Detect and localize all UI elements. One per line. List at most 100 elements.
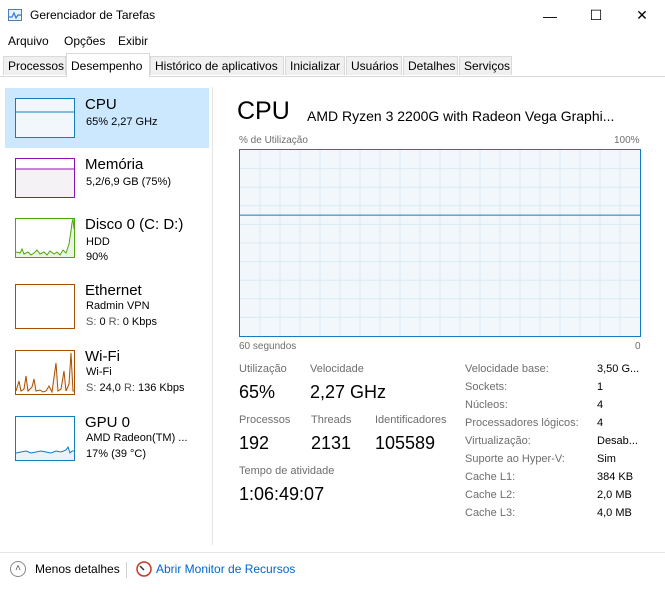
sidebar-item-title: Disco 0 (C: D:) bbox=[85, 216, 184, 233]
send-label: S: bbox=[86, 316, 97, 328]
hyperv-label: Suporte ao Hyper-V: bbox=[465, 453, 565, 465]
sidebar-item-title: GPU 0 bbox=[85, 414, 131, 431]
tab-servicos[interactable]: Serviços bbox=[459, 56, 512, 75]
sidebar-item-title: CPU bbox=[85, 96, 117, 113]
utilization-label: Utilização bbox=[239, 363, 287, 375]
close-icon[interactable]: ✕ bbox=[619, 0, 665, 31]
sidebar-item-memoria[interactable]: Memória 5,2/6,9 GB (75%) bbox=[5, 148, 209, 208]
cores-label: Núcleos: bbox=[465, 399, 508, 411]
graph-ylabel: % de Utilização bbox=[239, 135, 308, 146]
logical-processors-label: Processadores lógicos: bbox=[465, 417, 579, 429]
tab-inicializar[interactable]: Inicializar bbox=[285, 56, 345, 75]
cache-l3-value: 4,0 MB bbox=[597, 507, 632, 519]
cores-value: 4 bbox=[597, 399, 604, 411]
menu-arquivo[interactable]: Arquivo bbox=[8, 34, 49, 48]
virtualization-value: Desab... bbox=[597, 435, 638, 447]
cpu-thumbnail-graph bbox=[15, 98, 75, 138]
sidebar-item-gpu[interactable]: GPU 0 AMD Radeon(TM) ... 17% (39 °C) bbox=[5, 406, 209, 466]
sidebar-item-detail: 65% 2,27 GHz bbox=[86, 116, 158, 128]
sidebar-item-detail-2: 17% (39 °C) bbox=[86, 448, 147, 460]
sidebar-item-wifi[interactable]: Wi-Fi Wi-Fi S: 24,0 R: 136 Kbps bbox=[5, 340, 209, 400]
sidebar-item-throughput: S: 24,0 R: 136 Kbps bbox=[86, 382, 185, 394]
speed-label: Velocidade bbox=[310, 363, 364, 375]
graph-xlabel-right: 0 bbox=[635, 341, 641, 352]
cache-l2-label: Cache L2: bbox=[465, 489, 516, 501]
tab-bar: Processos Desempenho Histórico de aplica… bbox=[0, 53, 665, 77]
tab-historico[interactable]: Histórico de aplicativos bbox=[150, 56, 284, 75]
resource-monitor-icon[interactable] bbox=[136, 561, 152, 577]
disk-thumbnail-graph bbox=[15, 218, 75, 258]
processes-label: Processos bbox=[239, 414, 291, 426]
tab-desempenho[interactable]: Desempenho bbox=[66, 53, 150, 77]
sidebar-item-detail: 5,2/6,9 GB (75%) bbox=[86, 176, 171, 188]
maximize-icon[interactable]: ☐ bbox=[573, 0, 619, 31]
wifi-thumbnail-graph bbox=[15, 350, 75, 395]
sidebar-item-detail: HDD bbox=[86, 236, 110, 248]
send-label: S: bbox=[86, 382, 97, 394]
cache-l1-label: Cache L1: bbox=[465, 471, 516, 483]
receive-label: R: bbox=[108, 316, 120, 328]
chevron-up-icon[interactable]: ˄ bbox=[10, 561, 26, 577]
menu-exibir[interactable]: Exibir bbox=[118, 34, 148, 48]
sidebar-item-disco[interactable]: Disco 0 (C: D:) HDD 90% bbox=[5, 208, 209, 268]
graph-xlabel-left: 60 segundos bbox=[239, 341, 297, 352]
receive-value: 136 Kbps bbox=[138, 382, 185, 394]
send-value: 0 bbox=[99, 316, 106, 328]
sidebar-item-title: Wi-Fi bbox=[85, 348, 120, 365]
sidebar-item-detail: AMD Radeon(TM) ... bbox=[86, 432, 188, 444]
receive-value: 0 Kbps bbox=[122, 316, 157, 328]
task-manager-app-icon bbox=[8, 9, 22, 21]
sidebar-item-detail: Wi-Fi bbox=[86, 366, 112, 378]
receive-label: R: bbox=[123, 382, 135, 394]
uptime-label: Tempo de atividade bbox=[239, 465, 335, 477]
tab-usuarios[interactable]: Usuários bbox=[346, 56, 402, 75]
sidebar-item-title: Ethernet bbox=[85, 282, 142, 299]
threads-value: 2131 bbox=[311, 433, 352, 453]
menu-bar: Arquivo Opções Exibir bbox=[0, 31, 665, 51]
cache-l3-label: Cache L3: bbox=[465, 507, 516, 519]
sockets-label: Sockets: bbox=[465, 381, 508, 393]
cache-l1-value: 384 KB bbox=[597, 471, 634, 483]
gpu-thumbnail-graph bbox=[15, 416, 75, 461]
send-value: 24,0 bbox=[99, 382, 121, 394]
handles-label: Identificadores bbox=[375, 414, 447, 426]
speed-value: 2,27 GHz bbox=[310, 382, 387, 402]
cpu-utilization-graph bbox=[239, 149, 641, 337]
cache-l2-value: 2,0 MB bbox=[597, 489, 632, 501]
menu-opcoes[interactable]: Opções bbox=[64, 34, 105, 48]
footer-bar: ˄ Menos detalhes Abrir Monitor de Recurs… bbox=[0, 552, 665, 593]
hyperv-value: Sim bbox=[597, 453, 616, 465]
base-speed-value: 3,50 G... bbox=[597, 363, 640, 375]
sockets-value: 1 bbox=[597, 381, 604, 393]
memory-thumbnail-graph bbox=[15, 158, 75, 198]
sidebar-item-title: Memória bbox=[85, 156, 144, 173]
graph-ymax-label: 100% bbox=[614, 135, 640, 146]
resource-sidebar: CPU 65% 2,27 GHz Memória 5,2/6,9 GB (75%… bbox=[0, 87, 211, 545]
sidebar-item-detail: Radmin VPN bbox=[86, 300, 150, 312]
tab-detalhes[interactable]: Detalhes bbox=[403, 56, 458, 75]
processes-value: 192 bbox=[239, 433, 270, 453]
sidebar-item-throughput: S: 0 R: 0 Kbps bbox=[86, 316, 157, 328]
ethernet-thumbnail-graph bbox=[15, 284, 75, 329]
window-title: Gerenciador de Tarefas bbox=[30, 8, 156, 22]
utilization-value: 65% bbox=[239, 382, 276, 402]
base-speed-label: Velocidade base: bbox=[465, 363, 549, 375]
tab-processos[interactable]: Processos bbox=[3, 56, 66, 75]
sidebar-item-cpu[interactable]: CPU 65% 2,27 GHz bbox=[5, 88, 209, 148]
cpu-graph-canvas bbox=[240, 150, 640, 336]
page-title: CPU bbox=[237, 97, 290, 125]
footer-separator bbox=[126, 562, 127, 578]
minimize-icon[interactable]: — bbox=[527, 0, 573, 31]
threads-label: Threads bbox=[311, 414, 352, 426]
virtualization-label: Virtualização: bbox=[465, 435, 531, 447]
sidebar-item-ethernet[interactable]: Ethernet Radmin VPN S: 0 R: 0 Kbps bbox=[5, 274, 209, 334]
cpu-detail-panel: CPU AMD Ryzen 3 2200G with Radeon Vega G… bbox=[213, 87, 665, 545]
uptime-value: 1:06:49:07 bbox=[239, 484, 325, 504]
handles-value: 105589 bbox=[375, 433, 436, 453]
less-details-button[interactable]: Menos detalhes bbox=[35, 562, 120, 576]
logical-processors-value: 4 bbox=[597, 417, 604, 429]
open-resource-monitor-link[interactable]: Abrir Monitor de Recursos bbox=[156, 562, 295, 576]
title-bar: Gerenciador de Tarefas — ☐ ✕ bbox=[0, 0, 665, 31]
cpu-model-name: AMD Ryzen 3 2200G with Radeon Vega Graph… bbox=[307, 108, 615, 124]
sidebar-item-detail-2: 90% bbox=[86, 251, 109, 263]
